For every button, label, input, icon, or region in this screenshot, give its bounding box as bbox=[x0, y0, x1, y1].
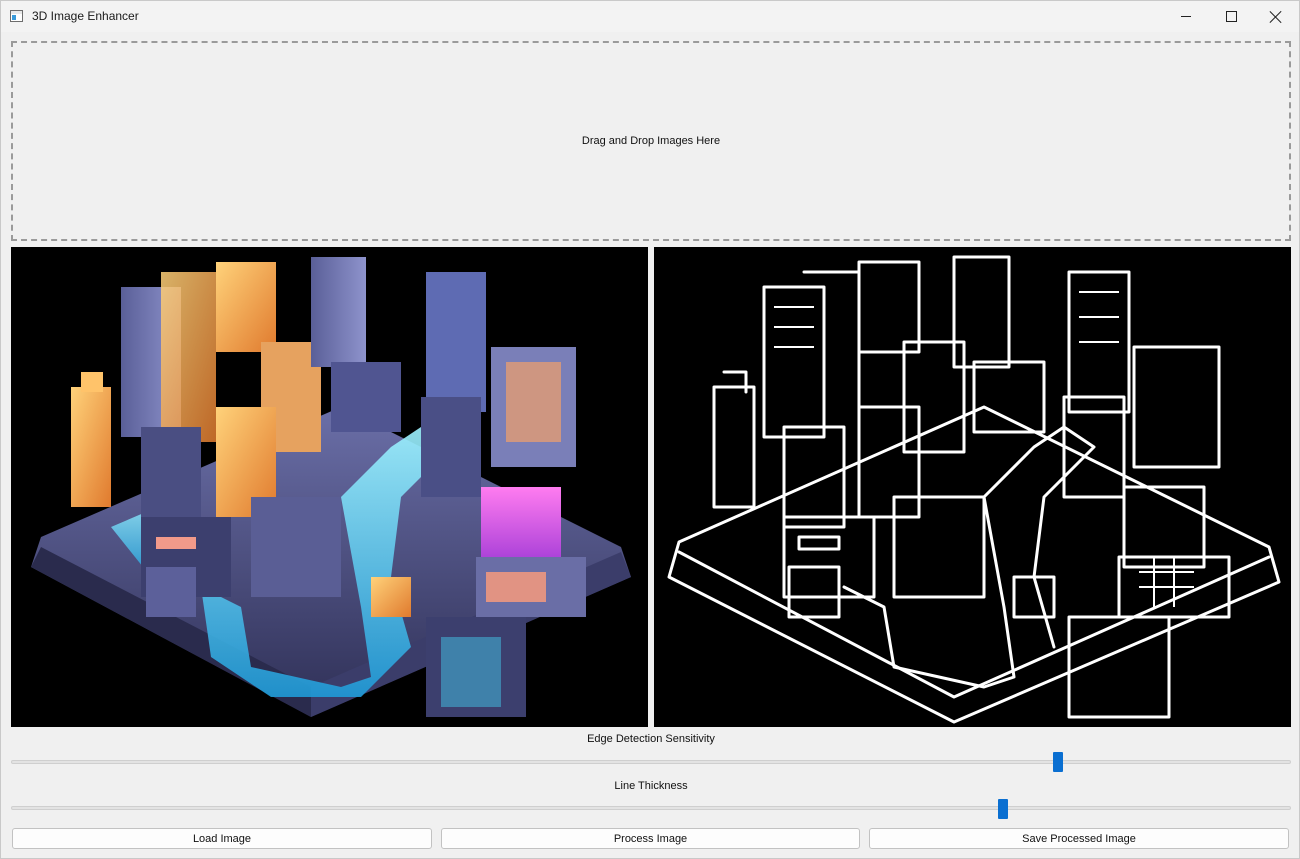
window-title: 3D Image Enhancer bbox=[32, 9, 139, 23]
process-image-button[interactable]: Process Image bbox=[441, 828, 860, 849]
load-image-button[interactable]: Load Image bbox=[12, 828, 432, 849]
minimize-button[interactable] bbox=[1163, 1, 1209, 32]
load-image-label: Load Image bbox=[192, 832, 252, 845]
isometric-city-image bbox=[31, 257, 631, 717]
original-image-panel bbox=[11, 247, 648, 727]
edge-sensitivity-slider[interactable] bbox=[11, 760, 1291, 764]
maximize-icon bbox=[1225, 11, 1237, 22]
close-icon bbox=[1270, 11, 1282, 23]
edge-sensitivity-label: Edge Detection Sensitivity bbox=[587, 733, 715, 745]
save-processed-image-label: Save Processed Image bbox=[1022, 832, 1136, 845]
drop-zone-label: Drag and Drop Images Here bbox=[581, 135, 721, 147]
app-window: 3D Image Enhancer Drag and Drop Images H… bbox=[0, 0, 1300, 859]
edge-sensitivity-handle[interactable] bbox=[1053, 752, 1063, 772]
line-thickness-label: Line Thickness bbox=[614, 780, 688, 792]
line-thickness-handle[interactable] bbox=[998, 799, 1008, 819]
process-image-label: Process Image bbox=[613, 832, 688, 845]
save-processed-image-button[interactable]: Save Processed Image bbox=[869, 828, 1289, 849]
line-thickness-slider[interactable] bbox=[11, 806, 1291, 810]
drop-zone[interactable]: Drag and Drop Images Here bbox=[11, 41, 1291, 241]
processed-image-panel bbox=[654, 247, 1291, 727]
maximize-button[interactable] bbox=[1208, 1, 1254, 32]
edge-detected-image bbox=[667, 255, 1281, 724]
minimize-icon bbox=[1181, 16, 1191, 17]
app-window-icon bbox=[10, 10, 23, 22]
title-bar[interactable]: 3D Image Enhancer bbox=[1, 1, 1299, 32]
close-button[interactable] bbox=[1253, 1, 1299, 32]
